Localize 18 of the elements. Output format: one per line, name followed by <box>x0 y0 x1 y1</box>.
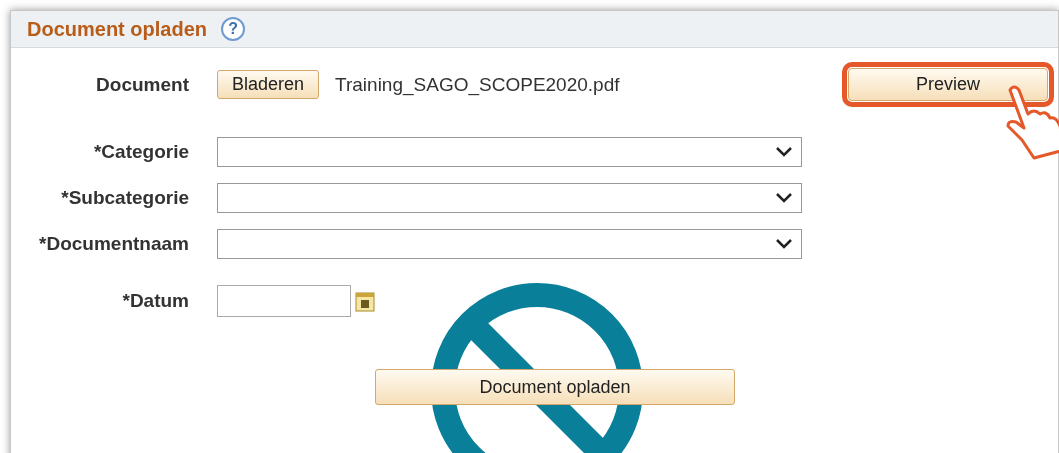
dropdown-field[interactable] <box>217 183 802 213</box>
help-icon[interactable]: ? <box>221 17 245 41</box>
field-label: *Categorie <box>92 141 190 163</box>
dropdown-field[interactable] <box>217 137 802 167</box>
calendar-icon[interactable] <box>355 290 375 312</box>
panel-title: Document opladen <box>27 17 207 41</box>
field-label: *Documentnaam <box>38 233 190 255</box>
field-label: *Datum <box>121 290 190 312</box>
chevron-down-icon <box>775 238 793 250</box>
file-name: Training_SAGO_SCOPE2020.pdf <box>335 73 620 96</box>
field-label: Document <box>95 73 190 96</box>
chevron-down-icon <box>775 192 793 204</box>
date-field[interactable] <box>217 285 351 317</box>
field-label: *Subcategorie <box>60 187 190 209</box>
chevron-down-icon <box>775 146 793 158</box>
upload-button[interactable]: Document opladen <box>375 369 735 405</box>
browse-button[interactable]: Bladeren <box>217 70 320 99</box>
dropdown-field[interactable] <box>217 229 802 259</box>
